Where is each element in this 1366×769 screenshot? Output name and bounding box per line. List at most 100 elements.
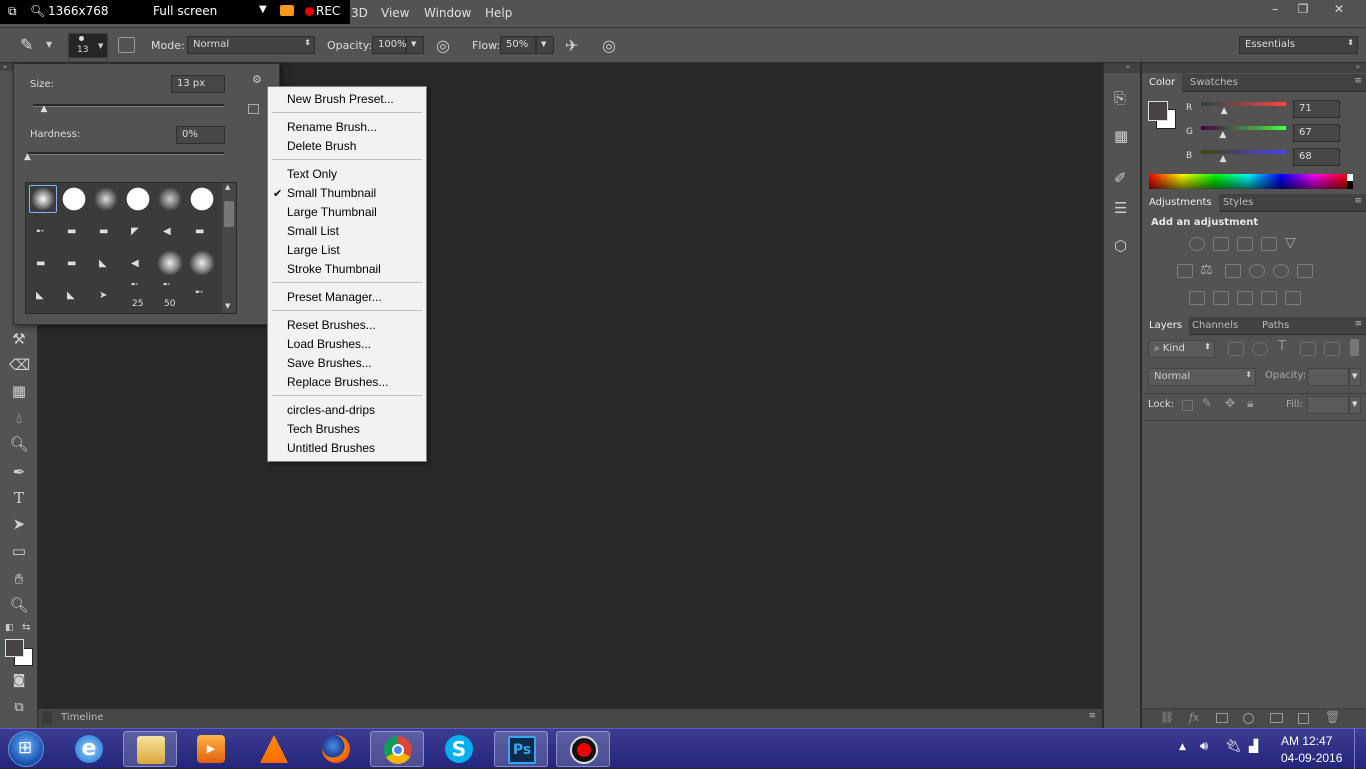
size-input[interactable]: 13 px xyxy=(171,75,225,93)
workspace-select[interactable]: Essentials ⬍ xyxy=(1239,36,1358,54)
default-colors-icon[interactable]: ◧ xyxy=(5,623,14,633)
brush-thumbnail[interactable]: ▬ xyxy=(195,226,204,237)
taskbar-photoshop[interactable]: Ps xyxy=(494,731,548,767)
collapse-arrows-icon[interactable]: » xyxy=(1142,63,1366,73)
taskbar-recorder[interactable] xyxy=(556,731,610,767)
brush-thumbnail[interactable]: ➸ xyxy=(36,226,44,237)
invert-icon[interactable] xyxy=(1189,291,1205,305)
brush-thumbnail[interactable] xyxy=(156,185,184,213)
filter-toggle[interactable] xyxy=(1350,339,1359,356)
timeline-tab[interactable]: Timeline xyxy=(61,712,104,723)
lock-all-icon[interactable]: 🔒︎ xyxy=(1247,396,1253,411)
brush-thumbnail[interactable]: ➸ xyxy=(131,280,139,290)
rectangle-icon[interactable]: ▭ xyxy=(9,541,29,561)
dodge-icon[interactable]: 🔍︎ xyxy=(9,434,29,454)
scrollbar-thumb[interactable] xyxy=(224,201,234,227)
new-adjustment-icon[interactable] xyxy=(1243,713,1254,724)
panel-menu-icon[interactable]: ≡ xyxy=(1354,319,1362,329)
network-icon[interactable]: ▟ xyxy=(1249,739,1258,753)
path-selection-icon[interactable]: ➤ xyxy=(9,514,29,534)
foreground-color-swatch[interactable] xyxy=(5,639,24,657)
eraser-icon[interactable]: ⌫ xyxy=(9,355,30,375)
brush-thumbnail[interactable] xyxy=(156,249,184,277)
taskbar-media-player[interactable]: ▶ xyxy=(184,731,238,767)
link-layers-icon[interactable]: ⛓ xyxy=(1160,711,1174,724)
rec-button[interactable]: REC xyxy=(316,4,340,18)
tab-color[interactable]: Color xyxy=(1142,74,1183,92)
taskbar-vlc[interactable] xyxy=(247,731,301,767)
brush-thumbnail[interactable]: ➸ xyxy=(163,280,171,290)
flow-dropdown[interactable]: ▼ xyxy=(536,36,554,54)
hand-icon[interactable]: ✋︎ xyxy=(9,569,29,589)
white-swatch[interactable] xyxy=(1347,174,1353,181)
tab-paths[interactable]: Paths xyxy=(1255,317,1296,335)
brush-panel-toggle-icon[interactable] xyxy=(118,37,135,53)
type-filter-icon[interactable]: T xyxy=(1278,339,1286,354)
tab-channels[interactable]: Channels xyxy=(1185,317,1245,335)
window-icon[interactable]: ⧉ xyxy=(8,4,17,19)
clock-date[interactable]: 04-09-2016 xyxy=(1281,751,1342,765)
flow-input[interactable]: 50% xyxy=(500,36,536,54)
menu-item-preset-manager[interactable]: Preset Manager... xyxy=(287,288,382,307)
menu-view[interactable]: View xyxy=(381,6,409,20)
new-group-icon[interactable] xyxy=(1270,713,1283,723)
menu-window[interactable]: Window xyxy=(424,6,471,20)
screen-mode-icon[interactable]: ⧉ xyxy=(9,698,29,718)
menu-item-stroke-thumbnail[interactable]: Stroke Thumbnail xyxy=(287,260,381,279)
levels-icon[interactable] xyxy=(1213,237,1229,251)
photo-filter-icon[interactable] xyxy=(1249,264,1265,278)
brush-thumbnail[interactable]: ◣ xyxy=(99,258,107,269)
pen-icon[interactable]: ✒ xyxy=(9,462,29,482)
scroll-up-icon[interactable]: ▲ xyxy=(225,183,230,191)
hue-saturation-icon[interactable] xyxy=(1177,264,1193,278)
swap-colors-icon[interactable]: ⇆ xyxy=(22,622,30,633)
channel-mixer-icon[interactable] xyxy=(1273,264,1289,278)
brush-thumbnail[interactable] xyxy=(92,185,120,213)
brush-thumbnail[interactable]: ▬ xyxy=(67,226,76,237)
b-slider[interactable] xyxy=(1201,150,1286,154)
brightness-contrast-icon[interactable] xyxy=(1189,237,1205,251)
gradient-icon[interactable]: ▦ xyxy=(9,381,29,401)
panel-menu-icon[interactable]: ≡ xyxy=(1088,711,1096,721)
zoom-icon[interactable]: 🔍︎ xyxy=(9,595,29,615)
smart-object-filter-icon[interactable] xyxy=(1324,342,1340,356)
scrollbar[interactable]: ▲ ▼ xyxy=(222,183,236,313)
r-input[interactable]: 71 xyxy=(1293,100,1340,118)
hardness-slider[interactable]: ▲ xyxy=(24,152,224,162)
menu-item-rename-brush[interactable]: Rename Brush... xyxy=(287,118,377,137)
menu-item-save-brushes[interactable]: Save Brushes... xyxy=(287,354,372,373)
g-input[interactable]: 67 xyxy=(1293,124,1340,142)
panel-menu-icon[interactable]: ≡ xyxy=(1354,76,1362,86)
new-layer-icon[interactable] xyxy=(1298,713,1309,724)
zoom-icon[interactable]: 🔍︎ xyxy=(30,4,45,18)
lock-position-icon[interactable]: ✥ xyxy=(1225,396,1235,410)
show-hidden-icons[interactable]: ▲ xyxy=(1179,742,1186,752)
vibrance-icon[interactable]: ▽ xyxy=(1285,235,1296,251)
slider-thumb[interactable]: ▲ xyxy=(1219,130,1226,140)
brush-thumbnail[interactable]: ◀ xyxy=(163,226,171,237)
taskbar-ie[interactable]: e xyxy=(62,731,116,767)
brush-thumbnail[interactable] xyxy=(124,185,152,213)
brush-thumbnail[interactable]: ▬ xyxy=(36,258,45,269)
lock-transparent-icon[interactable] xyxy=(1182,400,1193,411)
mode-select[interactable]: Normal ⬍ xyxy=(187,36,315,54)
brush-thumbnail[interactable]: ▬ xyxy=(67,258,76,269)
gear-icon[interactable]: ⚙ xyxy=(252,73,262,86)
brush-thumbnail[interactable]: ➸ xyxy=(195,287,203,298)
foreground-color-swatch[interactable] xyxy=(1148,101,1168,121)
menu-item-reset-brushes[interactable]: Reset Brushes... xyxy=(287,316,376,335)
shape-filter-icon[interactable] xyxy=(1300,342,1316,356)
brush-thumbnail[interactable]: ◀ xyxy=(131,258,139,269)
brush-thumbnail[interactable] xyxy=(60,185,88,213)
selective-color-icon[interactable] xyxy=(1261,291,1277,305)
threshold-icon[interactable] xyxy=(1237,291,1253,305)
menu-item-small-thumbnail[interactable]: Small Thumbnail xyxy=(287,184,376,203)
menu-item-delete-brush[interactable]: Delete Brush xyxy=(287,137,356,156)
curves-icon[interactable] xyxy=(1237,237,1253,251)
panel-menu-icon[interactable]: ≡ xyxy=(1354,196,1362,206)
layer-style-icon[interactable]: fx xyxy=(1189,711,1199,724)
pixel-filter-icon[interactable] xyxy=(1228,342,1244,356)
layer-mask-icon[interactable] xyxy=(1216,713,1228,723)
fill-input[interactable] xyxy=(1307,396,1349,414)
size-slider[interactable]: ▲ xyxy=(33,104,224,114)
